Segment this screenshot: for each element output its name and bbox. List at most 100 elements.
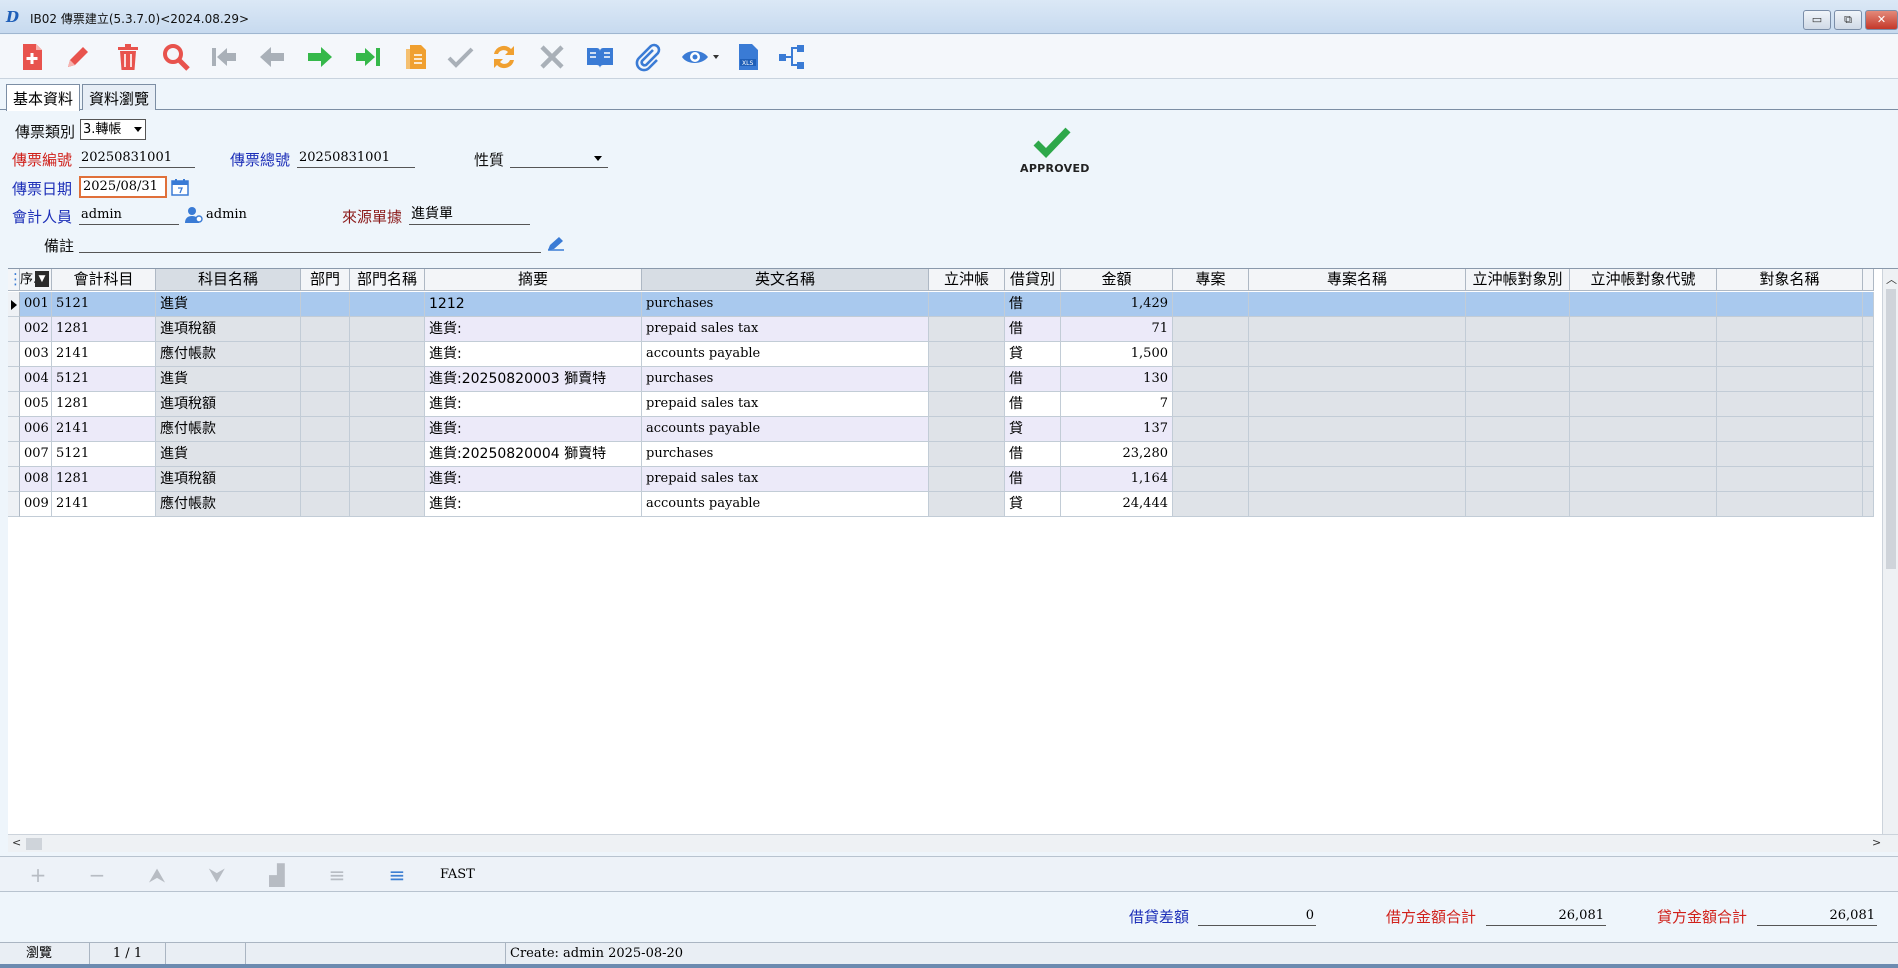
cell-english-name[interactable]: prepaid sales tax [642,392,929,417]
scroll-up-icon[interactable]: ︿ [1886,271,1897,287]
cell-english-name[interactable]: accounts payable [642,342,929,367]
cell-debit-credit[interactable]: 借 [1005,292,1061,317]
cell-offset[interactable] [929,367,1005,392]
cell-seq[interactable]: 006 [20,417,52,442]
column-header-summary[interactable]: 摘要 [425,269,642,291]
move-down-icon[interactable]: ⮟ [206,865,228,885]
cell-seq[interactable]: 008 [20,467,52,492]
cell-summary[interactable]: 進貨: [425,317,642,342]
cell-summary[interactable]: 進貨: [425,467,642,492]
cell-offset[interactable] [929,417,1005,442]
cell-project[interactable] [1173,492,1249,517]
cell-english-name[interactable]: purchases [642,367,929,392]
cell-summary[interactable]: 進貨:20250820004 獅賣特 [425,442,642,467]
column-header-target-type[interactable]: 立沖帳對象別 [1466,269,1570,291]
cell-amount[interactable]: 1,429 [1061,292,1173,317]
cancel-button[interactable] [534,39,570,75]
cell-dept[interactable] [301,467,350,492]
row-indicator[interactable] [8,342,20,367]
table-row[interactable]: 004 5121 進貨 進貨:20250820003 獅賣特 purchases 借 130 [8,367,1888,392]
cell-debit-credit[interactable]: 借 [1005,367,1061,392]
cell-offset[interactable] [929,342,1005,367]
user-lookup-icon[interactable] [184,206,204,224]
cell-debit-credit[interactable]: 貸 [1005,492,1061,517]
column-header-project-name[interactable]: 專案名稱 [1249,269,1466,291]
cell-summary[interactable]: 1212 [425,292,642,317]
delete-button[interactable] [110,39,146,75]
voucher-type-select[interactable]: 3.轉帳 [80,119,146,140]
table-row[interactable]: 007 5121 進貨 進貨:20250820004 獅賣特 purchases 借 23,… [8,442,1888,467]
cell-account-code[interactable]: 5121 [52,367,156,392]
cell-project[interactable] [1173,442,1249,467]
cell-project-name[interactable] [1249,367,1466,392]
row-indicator[interactable] [8,417,20,442]
cell-dept[interactable] [301,392,350,417]
table-row[interactable]: 005 1281 進項稅額 進貨: prepaid sales tax 借 7 [8,392,1888,417]
cell-dept-name[interactable] [350,442,425,467]
cell-target-type[interactable] [1466,442,1570,467]
row-indicator[interactable] [8,492,20,517]
row-indicator[interactable] [8,392,20,417]
cell-project[interactable] [1173,367,1249,392]
cell-summary[interactable]: 進貨: [425,417,642,442]
scroll-right-icon[interactable]: > [1872,836,1881,849]
confirm-button[interactable] [442,39,478,75]
cell-english-name[interactable]: accounts payable [642,492,929,517]
cell-project[interactable] [1173,392,1249,417]
cell-project-name[interactable] [1249,292,1466,317]
cell-dept-name[interactable] [350,317,425,342]
column-header-account-name[interactable]: 科目名稱 [156,269,301,291]
cell-debit-credit[interactable]: 貸 [1005,417,1061,442]
cell-dept[interactable] [301,292,350,317]
cell-amount[interactable]: 71 [1061,317,1173,342]
cell-offset[interactable] [929,492,1005,517]
cell-seq[interactable]: 002 [20,317,52,342]
cell-debit-credit[interactable]: 借 [1005,442,1061,467]
cell-dept-name[interactable] [350,292,425,317]
cell-amount[interactable]: 130 [1061,367,1173,392]
cell-project[interactable] [1173,417,1249,442]
cell-account-name[interactable]: 進貨 [156,292,301,317]
table-row[interactable]: 003 2141 應付帳款 進貨: accounts payable 貸 1,500 [8,342,1888,367]
next-record-button[interactable] [302,39,338,75]
edit-note-icon[interactable] [546,236,566,252]
cell-summary[interactable]: 進貨:20250820003 獅賣特 [425,367,642,392]
cell-account-name[interactable]: 進項稅額 [156,467,301,492]
horizontal-scroll-thumb[interactable] [26,838,42,850]
new-button[interactable] [14,39,50,75]
cell-offset[interactable] [929,317,1005,342]
previous-record-button[interactable] [254,39,290,75]
calendar-icon[interactable] [171,178,189,196]
open-book-button[interactable] [582,39,618,75]
cell-english-name[interactable]: purchases [642,292,929,317]
column-header-seq[interactable]: 序.. ▼ [20,269,52,291]
cell-offset[interactable] [929,467,1005,492]
row-indicator[interactable] [8,467,20,492]
first-record-button[interactable] [206,39,242,75]
cell-target-name[interactable] [1717,292,1863,317]
cell-amount[interactable]: 7 [1061,392,1173,417]
cell-summary[interactable]: 進貨: [425,492,642,517]
cell-target-name[interactable] [1717,467,1863,492]
cell-dept[interactable] [301,417,350,442]
lines-icon[interactable]: ≡ [326,865,348,885]
horizontal-scrollbar[interactable]: < > [8,834,1898,852]
column-header-english-name[interactable]: 英文名稱 [642,269,929,291]
edit-button[interactable] [60,39,96,75]
cell-amount[interactable]: 23,280 [1061,442,1173,467]
grid-corner-icon[interactable]: ⋮ [8,269,20,291]
cell-project-name[interactable] [1249,342,1466,367]
cell-dept-name[interactable] [350,417,425,442]
cell-project-name[interactable] [1249,417,1466,442]
cell-target-type[interactable] [1466,417,1570,442]
minimize-button[interactable]: ▭ [1803,10,1831,30]
cell-target-type[interactable] [1466,392,1570,417]
tab-data-browse[interactable]: 資料瀏覽 [82,84,157,110]
cell-target-code[interactable] [1570,467,1717,492]
cell-project[interactable] [1173,317,1249,342]
cell-target-name[interactable] [1717,392,1863,417]
cell-target-name[interactable] [1717,492,1863,517]
column-header-account-code[interactable]: 會計科目 [52,269,156,291]
cell-english-name[interactable]: accounts payable [642,417,929,442]
lines-active-icon[interactable]: ≡ [386,865,408,885]
